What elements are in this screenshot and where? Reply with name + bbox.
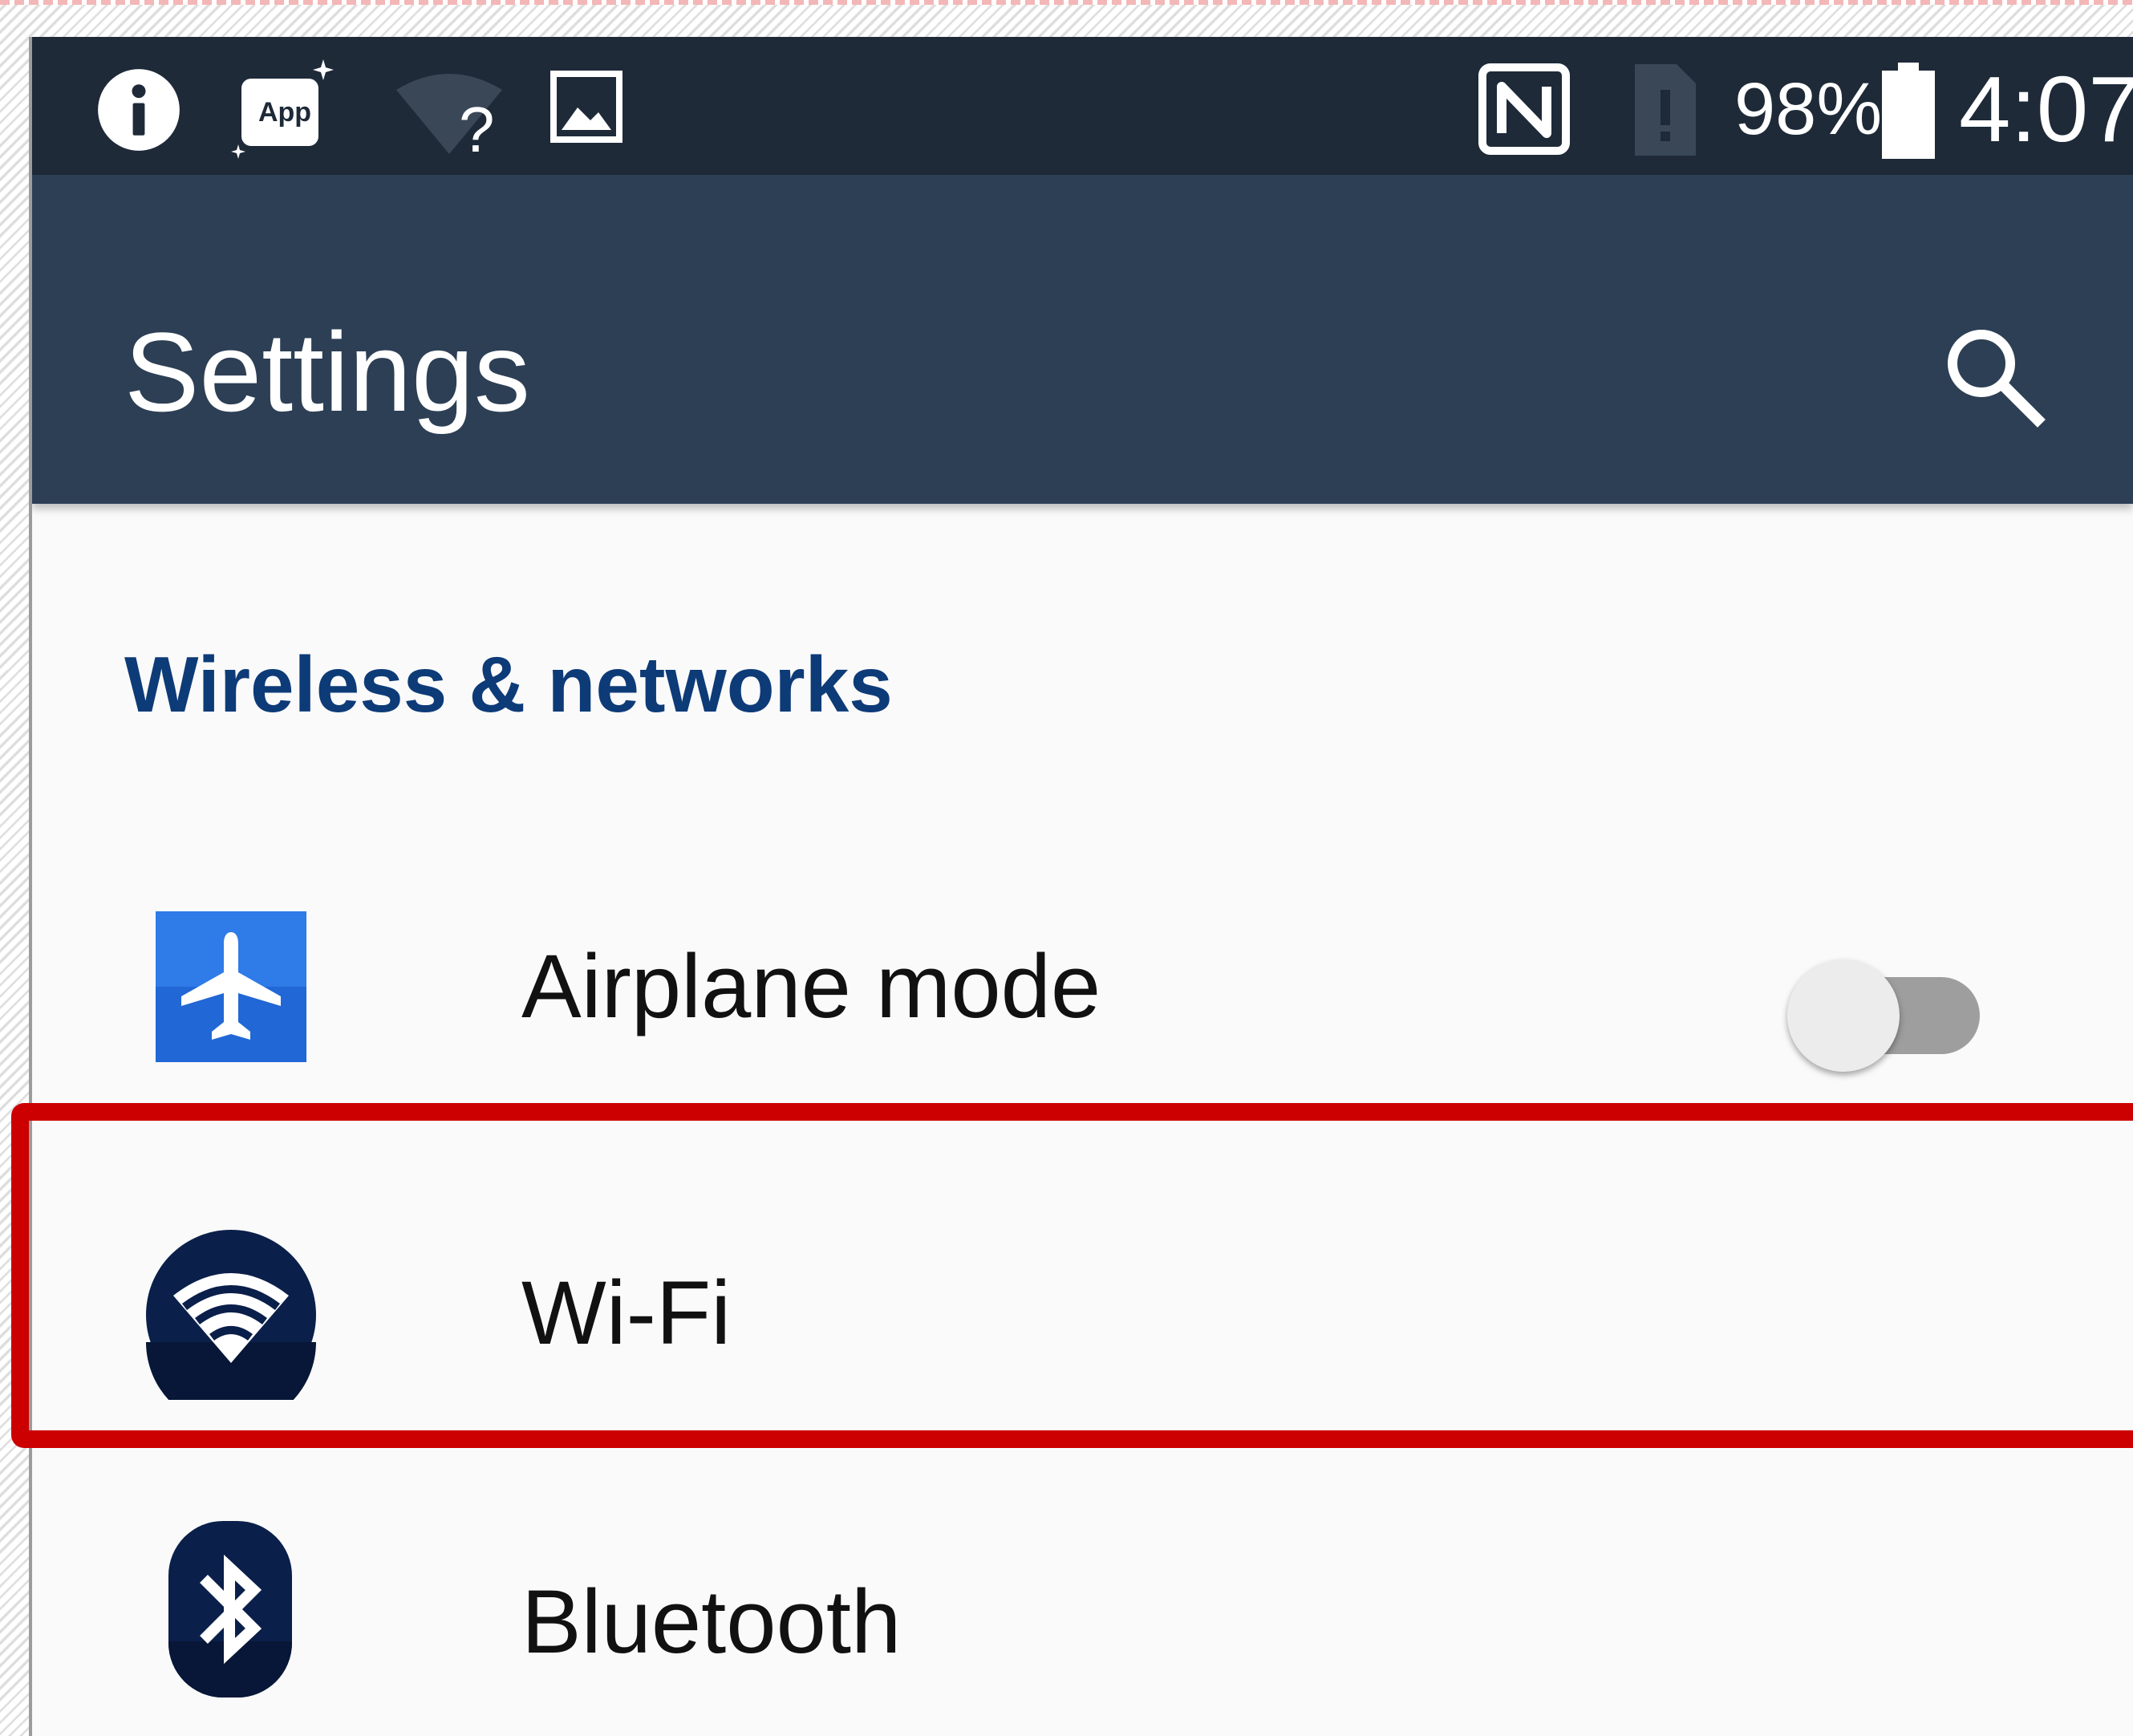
sim-alert-icon — [1628, 58, 1701, 162]
clock-time: 4:07 — [1959, 57, 2133, 161]
nfc-icon — [1476, 61, 1572, 157]
frame-top-border — [0, 0, 2133, 5]
app-icon-label: App — [258, 97, 312, 128]
bluetooth-label: Bluetooth — [521, 1572, 902, 1672]
wifi-label: Wi-Fi — [521, 1263, 732, 1363]
airplane-mode-label: Airplane mode — [521, 936, 1101, 1036]
info-icon — [95, 66, 183, 154]
setting-row-bluetooth[interactable]: Bluetooth — [32, 1489, 2133, 1736]
page-title: Settings — [124, 309, 530, 435]
wifi-icon — [146, 1230, 316, 1400]
app-update-icon: App — [229, 55, 341, 167]
setting-row-wifi[interactable]: Wi-Fi — [32, 1140, 2133, 1485]
airplane-icon — [156, 911, 306, 1062]
battery-icon — [1879, 61, 1938, 160]
search-button[interactable] — [1937, 319, 2050, 432]
phone-screen: App ? 98% 4:07 Settings Wireless & netwo… — [29, 37, 2133, 1736]
bluetooth-icon — [168, 1521, 292, 1697]
wifi-unknown-glyph: ? — [459, 94, 495, 165]
airplane-mode-toggle[interactable] — [1787, 935, 1988, 1072]
battery-percent: 98% — [1734, 68, 1883, 150]
toggle-thumb — [1787, 959, 1900, 1072]
section-header: Wireless & networks — [124, 640, 893, 728]
status-bar: App ? 98% 4:07 — [32, 37, 2133, 175]
image-icon — [550, 71, 622, 143]
search-icon — [1948, 330, 2046, 428]
setting-row-airplane-mode[interactable]: Airplane mode — [32, 839, 2133, 1136]
wifi-unknown-icon: ? — [393, 66, 505, 162]
app-bar: Settings — [32, 175, 2133, 504]
